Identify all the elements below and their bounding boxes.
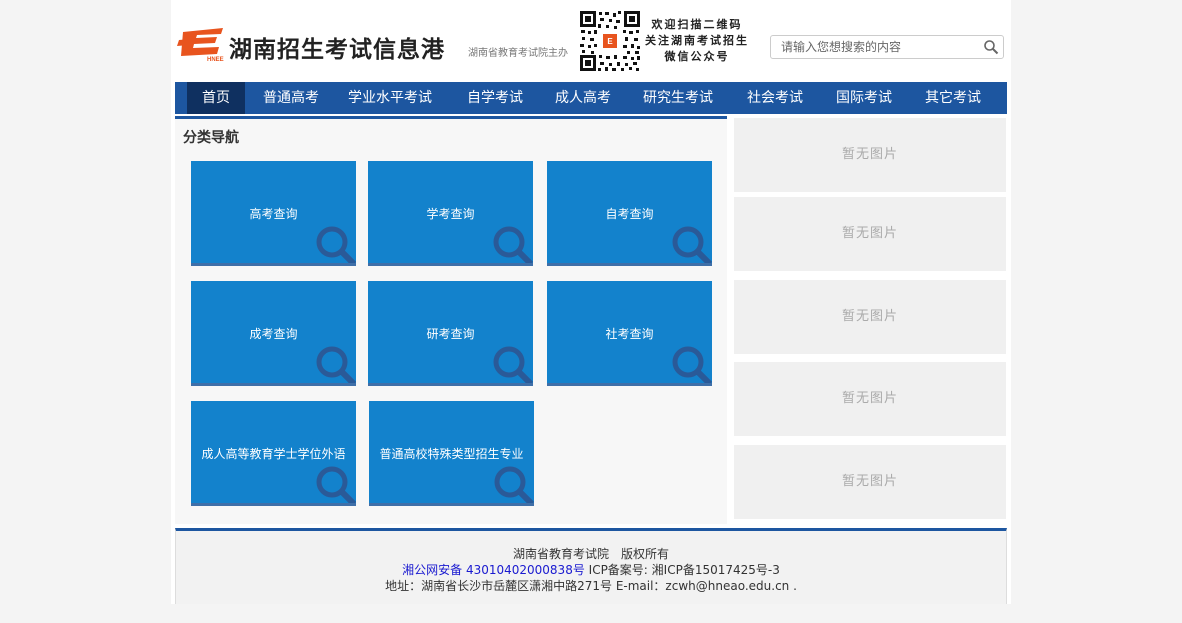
footer-record-line: 湘公网安备 43010402000838号 ICP备案号: 湘ICP备15017… <box>176 561 1006 578</box>
image-placeholder[interactable]: 暂无图片 <box>734 280 1006 354</box>
tile-gaokao-query[interactable]: 高考查询 <box>191 161 356 266</box>
svg-text:HNEE: HNEE <box>207 57 224 62</box>
qr-caption-line: 欢迎扫描二维码 <box>651 18 743 31</box>
tile-xuekao-query[interactable]: 学考查询 <box>368 161 533 266</box>
magnifier-icon <box>493 346 533 383</box>
wechat-qr-code-icon: E <box>579 10 641 72</box>
site-title[interactable]: 湖南招生考试信息港 <box>229 30 445 64</box>
category-nav-title: 分类导航 <box>183 130 239 146</box>
tile-label: 成人高等教育学士学位外语 <box>201 447 346 461</box>
footer: 湖南省教育考试院 版权所有 湘公网安备 43010402000838号 ICP备… <box>175 528 1007 604</box>
sponsor-text: 湖南省教育考试院主办 <box>468 48 568 59</box>
hneea-logo-icon[interactable]: HNEE <box>177 26 225 62</box>
qr-caption: 欢迎扫描二维码 关注湖南考试招生 微信公众号 <box>645 17 749 65</box>
nav-item-yanjiusheng[interactable]: 研究生考试 <box>635 82 721 114</box>
magnifier-icon <box>493 226 533 263</box>
magnifier-icon <box>316 466 356 503</box>
nav-item-qita[interactable]: 其它考试 <box>917 82 989 114</box>
image-placeholder[interactable]: 暂无图片 <box>734 118 1006 192</box>
nav-item-xueye[interactable]: 学业水平考试 <box>340 82 440 114</box>
nav-item-shehui[interactable]: 社会考试 <box>739 82 811 114</box>
search-icon[interactable] <box>983 39 999 55</box>
image-placeholder[interactable]: 暂无图片 <box>734 197 1006 271</box>
nav-item-gaokao[interactable]: 普通高考 <box>255 82 327 114</box>
image-placeholder[interactable]: 暂无图片 <box>734 362 1006 436</box>
icp-record: ICP备案号: 湘ICP备15017425号-3 <box>588 563 780 577</box>
magnifier-icon <box>672 346 712 383</box>
magnifier-icon <box>494 466 534 503</box>
tile-yankao-query[interactable]: 研考查询 <box>368 281 533 386</box>
tile-label: 成考查询 <box>249 327 298 341</box>
search-input[interactable] <box>781 39 977 55</box>
magnifier-icon <box>316 226 356 263</box>
footer-copyright: 湖南省教育考试院 版权所有 <box>512 547 669 561</box>
qr-caption-line: 微信公众号 <box>664 50 730 63</box>
nav-item-zixue[interactable]: 自学考试 <box>459 82 531 114</box>
svg-text:E: E <box>607 37 613 46</box>
police-record-link[interactable]: 湘公网安备 43010402000838号 <box>402 563 585 577</box>
nav-item-home[interactable]: 首页 <box>187 82 245 114</box>
nav-item-chengren[interactable]: 成人高考 <box>547 82 619 114</box>
category-nav-panel: 分类导航 高考查询 学考查询 自考查询 成考查询 研考查询 社考查询 成人高等教… <box>175 116 727 524</box>
tile-special-admission-majors[interactable]: 普通高校特殊类型招生专业 <box>369 401 534 506</box>
main-nav: 首页 普通高考 学业水平考试 自学考试 成人高考 研究生考试 社会考试 国际考试… <box>175 82 1007 114</box>
nav-item-guoji[interactable]: 国际考试 <box>828 82 900 114</box>
tile-label: 学考查询 <box>426 207 475 221</box>
search-box <box>770 35 1004 59</box>
tile-label: 普通高校特殊类型招生专业 <box>379 447 524 461</box>
tile-chengkao-query[interactable]: 成考查询 <box>191 281 356 386</box>
tile-bachelor-foreign-language[interactable]: 成人高等教育学士学位外语 <box>191 401 356 506</box>
tile-label: 高考查询 <box>249 207 298 221</box>
tile-shekao-query[interactable]: 社考查询 <box>547 281 712 386</box>
tile-label: 研考查询 <box>426 327 475 341</box>
image-placeholder[interactable]: 暂无图片 <box>734 445 1006 519</box>
tile-zikao-query[interactable]: 自考查询 <box>547 161 712 266</box>
magnifier-icon <box>316 346 356 383</box>
tile-label: 自考查询 <box>605 207 654 221</box>
magnifier-icon <box>672 226 712 263</box>
header: HNEE 湖南招生考试信息港 湖南省教育考试院主办 E 欢迎扫描二维码 关注湖南… <box>171 0 1011 82</box>
footer-address: 地址：湖南省长沙市岳麓区潇湘中路271号 E-mail：zcwh@hneao.e… <box>385 579 797 593</box>
side-image-panel: 暂无图片 暂无图片 暂无图片 暂无图片 暂无图片 <box>731 116 1007 524</box>
tile-label: 社考查询 <box>605 327 654 341</box>
qr-caption-line: 关注湖南考试招生 <box>645 34 749 47</box>
page: HNEE 湖南招生考试信息港 湖南省教育考试院主办 E 欢迎扫描二维码 关注湖南… <box>171 0 1011 604</box>
